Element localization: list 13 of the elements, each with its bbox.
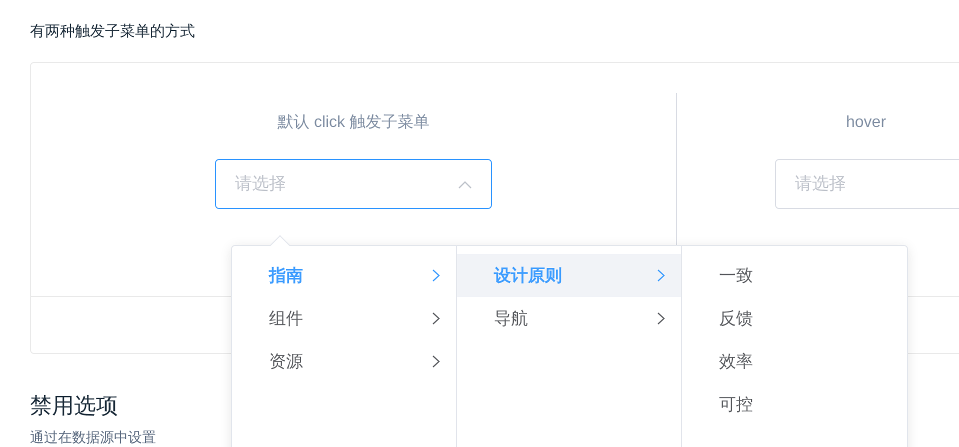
intro-text: 有两种触发子菜单的方式 [30, 22, 196, 42]
demo-label: hover [846, 113, 886, 133]
placeholder-text: 请选择 [235, 173, 286, 196]
demo-label: 默认 click 触发子菜单 [278, 113, 430, 133]
section-title: 禁用选项 [30, 392, 118, 420]
chevron-right-icon [657, 312, 665, 325]
chevron-right-icon [432, 269, 440, 282]
chevron-right-icon [432, 355, 440, 368]
chevron-right-icon [432, 312, 440, 325]
chevron-right-icon [657, 269, 665, 282]
chevron-up-icon [458, 180, 472, 188]
placeholder-text: 请选择 [795, 173, 846, 196]
section-text: 通过在数据源中设置 [30, 428, 156, 446]
